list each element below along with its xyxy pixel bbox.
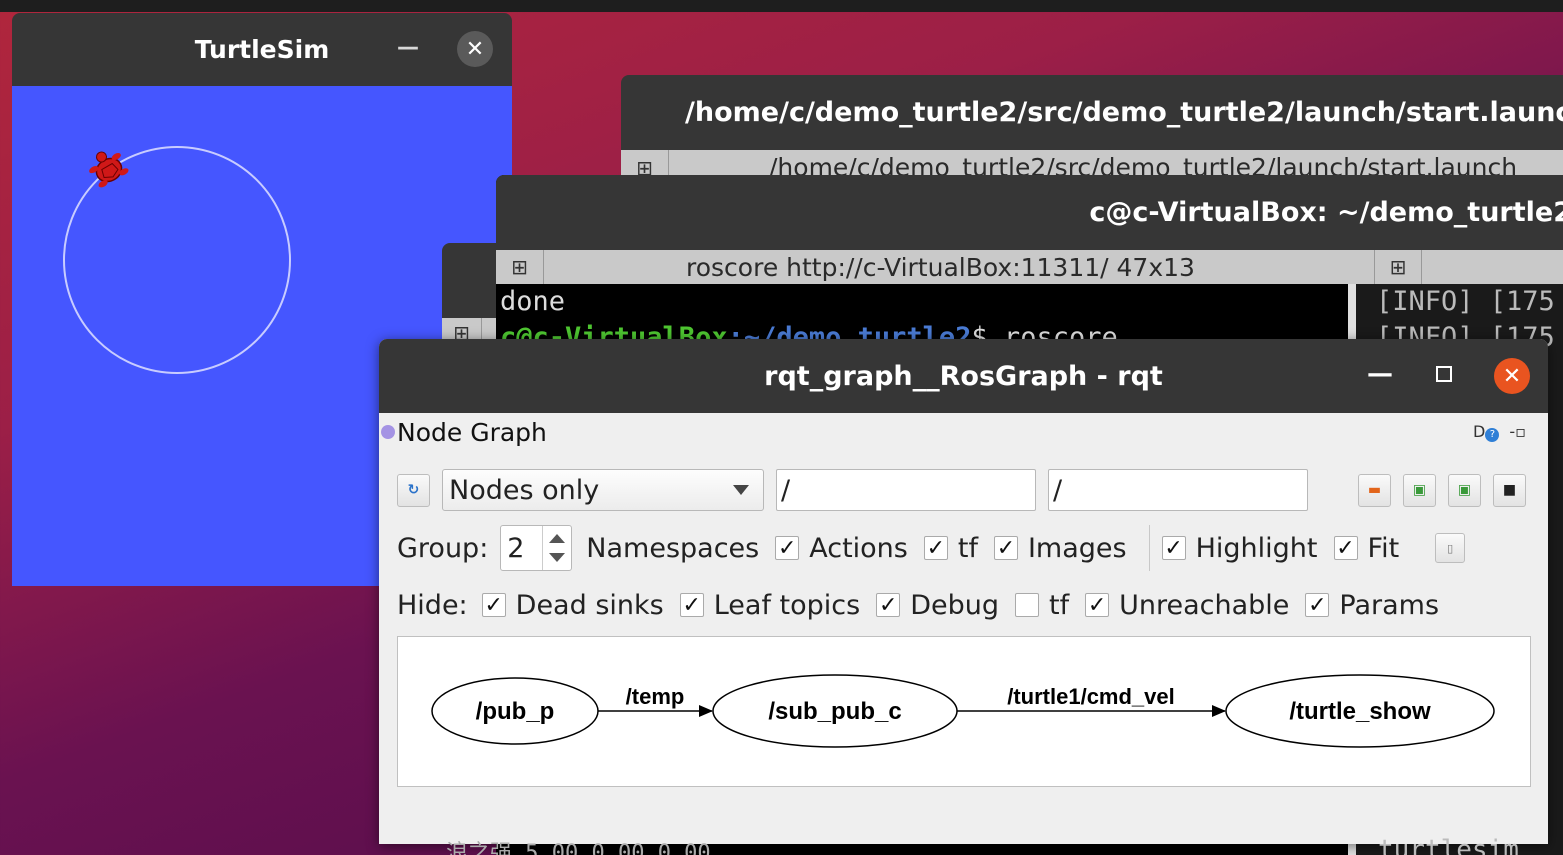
terminal-layout-icon[interactable]: ⊞ [496,250,544,284]
help-icon[interactable]: ? [1485,428,1500,442]
fit-label: Fit [1367,532,1400,564]
fit-view-button[interactable]: ▯ [1435,533,1466,563]
terminal-line: [INFO] [175 [1376,286,1555,317]
terminal-bottom-right-text: turtlesim [1378,835,1519,855]
panel-close-icon[interactable]: -▫ [1509,422,1526,442]
graph-edge-label: /turtle1/cmd_vel [1007,684,1175,709]
graph-node-label: /turtle_show [1289,698,1431,725]
save-icon: ▣ [1412,482,1427,498]
hide-tf-checkbox[interactable] [1015,593,1039,617]
unreachable-label: Unreachable [1119,589,1290,621]
actions-checkbox[interactable]: ✓ [775,536,800,561]
minimize-button[interactable]: — [1367,359,1393,389]
turtlesim-title: TurtleSim [194,35,330,64]
image-icon: ■ [1502,482,1517,498]
panel-controls: D? -▫ [1473,422,1526,442]
params-checkbox[interactable]: ✓ [1305,593,1330,618]
terminal-roscore-tab[interactable]: roscore http://c-VirtualBox:11311/ 47x13 [686,253,1195,282]
toolbar-row: ↻ Nodes only / / ▬ ▣ ▣ ■ [379,469,1548,511]
refresh-button[interactable]: ↻ [397,473,430,507]
group-label: Group: [397,532,489,564]
refresh-icon: ↻ [407,482,420,498]
panel-title: Node Graph [397,417,547,447]
group-value: 2 [507,532,525,564]
graph-node-label: /pub_p [476,698,555,725]
maximize-button[interactable] [1436,366,1452,382]
load-dot-button[interactable]: ▬ [1358,473,1391,507]
params-label: Params [1339,589,1440,621]
namespaces-label: Namespaces [586,532,760,564]
save-svg-button[interactable]: ▣ [1448,473,1481,507]
terminal-roscore-tabbar: ⊞ roscore http://c-VirtualBox:11311/ 47x… [496,250,1563,284]
images-label: Images [1027,532,1127,564]
rqt-titlebar[interactable]: rqt_graph__RosGraph - rqt — ✕ [379,339,1548,413]
topic-filter-input[interactable]: / [1048,469,1308,511]
graph-edge-label: /temp [626,684,685,709]
terminal-line: done [500,286,566,317]
graph-type-value: Nodes only [449,474,600,506]
actions-label: Actions [809,532,908,564]
terminal-layout-icon[interactable]: ⊞ [1374,250,1422,284]
options-row: Group: 2 Namespaces ✓ Actions ✓ tf ✓ Ima… [379,524,1548,572]
spin-up-icon[interactable] [549,534,566,543]
graph-type-select[interactable]: Nodes only [442,469,764,511]
terminal-launch-window: /home/c/demo_turtle2/src/demo_turtle2/la… [621,75,1563,185]
tf-label: tf [957,532,978,564]
fit-icon: ▯ [1447,541,1454,555]
hide-row: Hide: ✓ Dead sinks ✓ Leaf topics ✓ Debug… [379,584,1548,626]
terminal-bottom-text: 浪之强 5 00 0 00 0 00 [446,841,711,855]
close-icon: ✕ [1502,363,1522,389]
hide-label: Hide: [397,589,468,621]
debug-checkbox[interactable]: ✓ [876,593,901,618]
namespace-filter-input[interactable]: / [776,469,1036,511]
debug-label: Debug [910,589,999,621]
group-spinbox[interactable]: 2 [500,525,573,571]
terminal-roscore-title: c@c-VirtualBox: ~/demo_turtle2 [1089,197,1563,228]
plugin-icon [381,425,395,439]
minimize-button[interactable]: — [397,35,419,60]
close-button[interactable]: ✕ [1494,358,1530,394]
terminal-launch-title: /home/c/demo_turtle2/src/demo_turtle2/la… [685,97,1563,128]
save-dot-button[interactable]: ▣ [1403,473,1436,507]
highlight-label: Highlight [1195,532,1318,564]
close-icon: ✕ [465,36,485,62]
unreachable-checkbox[interactable]: ✓ [1085,593,1110,618]
fit-checkbox[interactable]: ✓ [1333,536,1358,561]
rqt-window: rqt_graph__RosGraph - rqt — ✕ Node Graph… [379,339,1548,844]
graph-svg: /pub_p /sub_pub_c /turtle_show /temp /tu… [431,674,1495,748]
dock-icon[interactable]: D? [1473,422,1500,442]
save-image-button[interactable]: ■ [1493,473,1526,507]
turtle-path [63,146,291,374]
dead-sinks-label: Dead sinks [515,589,664,621]
top-panel [0,0,1563,12]
graph-node-label: /sub_pub_c [768,698,901,725]
divider [1148,525,1150,571]
leaf-topics-label: Leaf topics [713,589,861,621]
rqt-title: rqt_graph__RosGraph - rqt [764,360,1163,392]
hide-tf-label: tf [1049,589,1070,621]
folder-icon: ▬ [1367,482,1382,498]
terminal-launch-titlebar[interactable]: /home/c/demo_turtle2/src/demo_turtle2/la… [621,75,1563,150]
chevron-down-icon [733,485,749,495]
close-button[interactable]: ✕ [457,31,493,67]
turtle-icon [89,151,129,188]
turtlesim-titlebar[interactable]: TurtleSim — ✕ [12,13,512,86]
highlight-checkbox[interactable]: ✓ [1161,536,1186,561]
save-icon: ▣ [1457,482,1472,498]
tf-checkbox[interactable]: ✓ [923,536,948,561]
spin-down-icon[interactable] [549,553,566,562]
terminal-roscore-titlebar[interactable]: c@c-VirtualBox: ~/demo_turtle2 [496,175,1563,250]
dead-sinks-checkbox[interactable]: ✓ [481,593,506,618]
panel-header: Node Graph D? -▫ [379,413,1548,451]
images-checkbox[interactable]: ✓ [993,536,1018,561]
leaf-topics-checkbox[interactable]: ✓ [679,593,704,618]
graph-canvas[interactable]: /pub_p /sub_pub_c /turtle_show /temp /tu… [397,636,1531,787]
